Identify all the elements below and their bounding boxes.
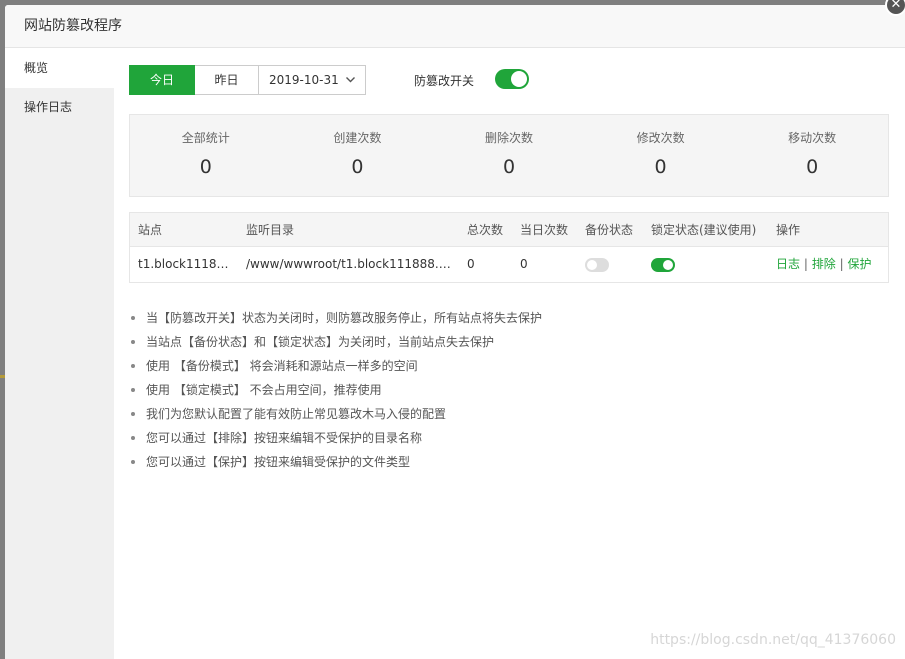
sidebar-item-operation-log[interactable]: 操作日志 (5, 88, 114, 127)
toggle-knob (663, 260, 673, 270)
toggle-knob (587, 260, 597, 270)
column-header-total: 总次数 (467, 213, 503, 247)
stat-move: 移动次数 0 (736, 115, 888, 196)
yesterday-button[interactable]: 昨日 (195, 65, 259, 95)
stat-label: 创建次数 (282, 129, 434, 146)
column-header-actions: 操作 (776, 213, 800, 247)
tamper-switch-label: 防篡改开关 (414, 72, 474, 89)
log-link[interactable]: 日志 (776, 257, 800, 271)
table-header-row: 站点 监听目录 总次数 当日次数 备份状态 锁定状态(建议使用) 操作 (130, 213, 888, 247)
watermark: https://blog.csdn.net/qq_41376060 (650, 632, 896, 648)
help-notes-list: 当【防篡改开关】状态为关闭时，则防篡改服务停止，所有站点将失去保护 当站点【备份… (129, 311, 889, 479)
exclude-link[interactable]: 排除 (812, 257, 836, 271)
list-item: 使用 【锁定模式】 不会占用空间，推荐使用 (129, 383, 889, 407)
stat-modify: 修改次数 0 (585, 115, 737, 196)
column-header-backup: 备份状态 (585, 213, 633, 247)
main-panel: 今日 昨日 2019-10-31 防篡改开关 全部统计 0 创建次数 (129, 49, 889, 95)
site-cell: t1.block1118… (138, 247, 238, 282)
backup-status-toggle[interactable] (585, 258, 609, 272)
column-header-today: 当日次数 (520, 213, 568, 247)
stat-value: 0 (282, 156, 434, 178)
stats-panel: 全部统计 0 创建次数 0 删除次数 0 修改次数 0 移动次数 0 (129, 114, 889, 197)
actions-cell: 日志 | 排除 | 保护 (776, 247, 871, 282)
protect-link[interactable]: 保护 (847, 257, 871, 271)
stat-value: 0 (736, 156, 888, 178)
column-header-site: 站点 (138, 213, 162, 247)
dialog-title: 网站防篡改程序 (5, 5, 905, 48)
stat-delete: 删除次数 0 (433, 115, 585, 196)
list-item: 您可以通过【排除】按钮来编辑不受保护的目录名称 (129, 431, 889, 455)
date-filter-group: 今日 昨日 2019-10-31 (129, 65, 366, 95)
list-item: 我们为您默认配置了能有效防止常见篡改木马入侵的配置 (129, 407, 889, 431)
column-header-lock: 锁定状态(建议使用) (651, 213, 756, 247)
lock-status-toggle[interactable] (651, 258, 675, 272)
stat-create: 创建次数 0 (282, 115, 434, 196)
stat-label: 移动次数 (736, 129, 888, 146)
dir-cell: /www/wwwroot/t1.block111888.… (246, 247, 461, 282)
list-item: 您可以通过【保护】按钮来编辑受保护的文件类型 (129, 455, 889, 479)
tamper-switch-toggle[interactable] (495, 69, 529, 89)
chevron-down-icon (345, 66, 356, 105)
total-cell: 0 (467, 247, 475, 282)
date-select[interactable]: 2019-10-31 (259, 65, 366, 95)
stat-value: 0 (130, 156, 282, 178)
sidebar: 概览 操作日志 (5, 49, 114, 659)
list-item: 当【防篡改开关】状态为关闭时，则防篡改服务停止，所有站点将失去保护 (129, 311, 889, 335)
site-table: 站点 监听目录 总次数 当日次数 备份状态 锁定状态(建议使用) 操作 t1.b… (129, 212, 889, 283)
table-row: t1.block1118… /www/wwwroot/t1.block11188… (130, 247, 888, 282)
anti-tamper-dialog: 网站防篡改程序 概览 操作日志 今日 昨日 2019-10-31 防篡改开关 (5, 5, 905, 659)
stat-label: 全部统计 (130, 129, 282, 146)
today-cell: 0 (520, 247, 528, 282)
date-value: 2019-10-31 (269, 73, 339, 87)
stat-label: 修改次数 (585, 129, 737, 146)
sidebar-item-overview[interactable]: 概览 (5, 49, 114, 88)
action-separator: | (840, 257, 844, 271)
today-button[interactable]: 今日 (129, 65, 195, 95)
action-separator: | (804, 257, 808, 271)
toolbar: 今日 昨日 2019-10-31 防篡改开关 (129, 49, 889, 95)
stat-value: 0 (585, 156, 737, 178)
stat-total: 全部统计 0 (130, 115, 282, 196)
list-item: 当站点【备份状态】和【锁定状态】为关闭时，当前站点失去保护 (129, 335, 889, 359)
list-item: 使用 【备份模式】 将会消耗和源站点一样多的空间 (129, 359, 889, 383)
toggle-knob (511, 71, 527, 87)
stat-label: 删除次数 (433, 129, 585, 146)
column-header-dir: 监听目录 (246, 213, 294, 247)
stat-value: 0 (433, 156, 585, 178)
